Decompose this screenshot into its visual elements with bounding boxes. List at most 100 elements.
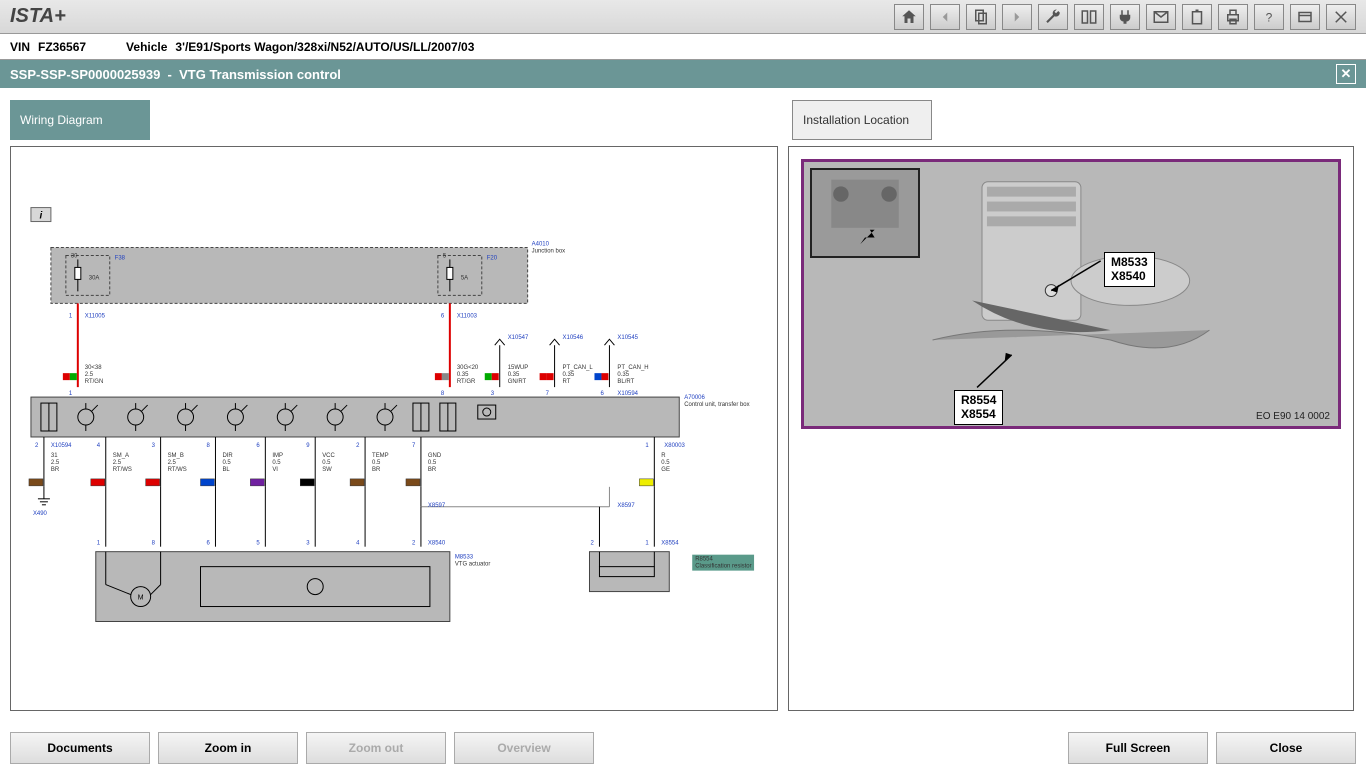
svg-text:RT/GN: RT/GN (85, 379, 103, 385)
svg-text:BR: BR (372, 467, 381, 473)
svg-text:Control unit, transfer box: Control unit, transfer box (684, 402, 749, 408)
mail-icon[interactable] (1146, 4, 1176, 30)
layout-icon[interactable] (1074, 4, 1104, 30)
full-screen-button[interactable]: Full Screen (1068, 732, 1208, 764)
document-bar: SSP-SSP-SP0000025939 - VTG Transmission … (0, 60, 1366, 88)
svg-text:SM_A: SM_A (113, 453, 129, 459)
documents-button[interactable]: Documents (10, 732, 150, 764)
svg-text:30<38: 30<38 (85, 365, 102, 371)
back-icon[interactable] (930, 4, 960, 30)
close-button[interactable]: Close (1216, 732, 1356, 764)
svg-text:0.5: 0.5 (222, 460, 231, 466)
svg-text:0.5: 0.5 (272, 460, 281, 466)
battery-icon[interactable] (1182, 4, 1212, 30)
svg-text:BR: BR (428, 467, 437, 473)
help-icon[interactable]: ? (1254, 4, 1284, 30)
svg-text:i: i (40, 211, 43, 222)
svg-text:2.5: 2.5 (85, 372, 94, 378)
wiring-diagram-svg[interactable]: i A4010 Junction box 30 30A F38 5 5A F20… (11, 147, 777, 710)
svg-text:6: 6 (441, 313, 445, 319)
svg-text:R8554: R8554 (695, 557, 713, 563)
svg-text:TEMP: TEMP (372, 453, 389, 459)
svg-text:M: M (138, 595, 144, 602)
svg-text:2.5: 2.5 (168, 460, 177, 466)
svg-text:3: 3 (152, 443, 156, 449)
installation-location-panel: M8533X8540 R8554X8554 EO E90 14 0002 (788, 146, 1354, 711)
svg-text:3: 3 (306, 541, 310, 547)
svg-text:2: 2 (35, 443, 39, 449)
zoom-out-button: Zoom out (306, 732, 446, 764)
svg-text:30: 30 (71, 253, 78, 259)
svg-text:RT/WS: RT/WS (113, 467, 132, 473)
svg-text:DIR: DIR (222, 453, 233, 459)
svg-text:0.35: 0.35 (457, 372, 469, 378)
svg-text:1: 1 (97, 541, 101, 547)
svg-text:7: 7 (546, 391, 550, 397)
svg-text:VCC: VCC (322, 453, 335, 459)
svg-text:X11003: X11003 (457, 313, 478, 319)
close-doc-icon[interactable]: ✕ (1336, 64, 1356, 84)
vehicle-info-bar: VIN FZ36567 Vehicle 3'/E91/Sports Wagon/… (0, 34, 1366, 60)
svg-text:5: 5 (256, 541, 260, 547)
svg-text:Junction box: Junction box (532, 248, 566, 254)
svg-text:PT_CAN_H: PT_CAN_H (617, 365, 648, 371)
svg-text:VTG actuator: VTG actuator (455, 562, 491, 568)
tab-wiring-diagram[interactable]: Wiring Diagram (10, 100, 150, 140)
plug-icon[interactable] (1110, 4, 1140, 30)
tab-installation-location[interactable]: Installation Location (792, 100, 932, 140)
svg-text:1: 1 (69, 313, 73, 319)
location-label-2: R8554X8554 (954, 390, 1003, 425)
svg-text:2: 2 (590, 541, 594, 547)
location-image[interactable]: M8533X8540 R8554X8554 EO E90 14 0002 (801, 159, 1341, 429)
svg-text:0.5: 0.5 (322, 460, 331, 466)
fwd-icon[interactable] (1002, 4, 1032, 30)
svg-text:15WUP: 15WUP (508, 365, 529, 371)
svg-text:RT: RT (563, 379, 571, 385)
svg-text:GE: GE (661, 467, 670, 473)
svg-text:GN/RT: GN/RT (508, 379, 527, 385)
svg-text:A4010: A4010 (532, 241, 550, 247)
svg-text:RT/WS: RT/WS (168, 467, 187, 473)
overview-button: Overview (454, 732, 594, 764)
svg-text:0.5: 0.5 (428, 460, 437, 466)
window-icon[interactable] (1290, 4, 1320, 30)
svg-text:0.5: 0.5 (372, 460, 381, 466)
svg-text:X10546: X10546 (563, 335, 584, 341)
svg-text:30G<20: 30G<20 (457, 365, 479, 371)
copy-icon[interactable] (966, 4, 996, 30)
svg-text:F20: F20 (487, 255, 498, 261)
svg-text:X10594: X10594 (617, 391, 638, 397)
wrench-icon[interactable] (1038, 4, 1068, 30)
svg-text:2: 2 (356, 443, 360, 449)
svg-text:X8597: X8597 (617, 503, 635, 509)
svg-text:6: 6 (256, 443, 260, 449)
svg-text:1: 1 (645, 443, 649, 449)
svg-text:3: 3 (491, 391, 495, 397)
svg-text:IMP: IMP (272, 453, 283, 459)
app-title: ISTA+ (10, 5, 894, 28)
svg-text:R: R (661, 453, 666, 459)
svg-text:X8540: X8540 (428, 541, 446, 547)
svg-text:X10545: X10545 (617, 335, 638, 341)
svg-text:0.35: 0.35 (563, 372, 575, 378)
svg-text:8: 8 (152, 541, 156, 547)
svg-text:2.5: 2.5 (113, 460, 122, 466)
svg-text:8: 8 (206, 443, 210, 449)
close-app-icon[interactable] (1326, 4, 1356, 30)
svg-text:X490: X490 (33, 511, 48, 517)
wiring-diagram-panel: i A4010 Junction box 30 30A F38 5 5A F20… (10, 146, 778, 711)
svg-text:GND: GND (428, 453, 442, 459)
svg-text:1: 1 (69, 391, 73, 397)
svg-text:X10594: X10594 (51, 443, 72, 449)
svg-text:7: 7 (412, 443, 416, 449)
svg-text:0.5: 0.5 (661, 460, 670, 466)
zoom-in-button[interactable]: Zoom in (158, 732, 298, 764)
svg-text:31: 31 (51, 453, 58, 459)
svg-text:2.5: 2.5 (51, 460, 60, 466)
print-icon[interactable] (1218, 4, 1248, 30)
svg-text:PT_CAN_L: PT_CAN_L (563, 365, 594, 371)
svg-text:VI: VI (272, 467, 278, 473)
home-icon[interactable] (894, 4, 924, 30)
svg-text:Classification resistor: Classification resistor (695, 564, 751, 570)
svg-text:X8597: X8597 (428, 503, 446, 509)
